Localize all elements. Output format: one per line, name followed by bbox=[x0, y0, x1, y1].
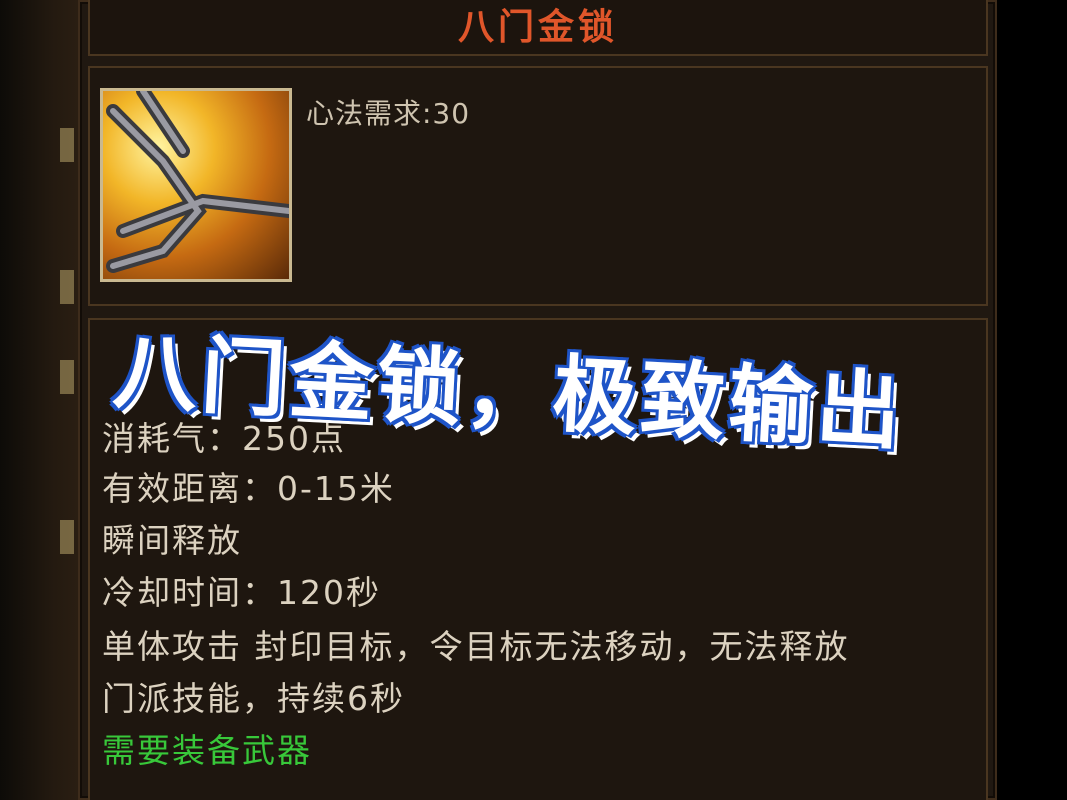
edge-decoration bbox=[60, 360, 74, 394]
cooldown-line: 冷却时间：120秒 bbox=[102, 573, 381, 612]
equip-requirement-line: 需要装备武器 bbox=[102, 731, 312, 770]
skill-requirement: 心法需求:30 bbox=[306, 97, 471, 130]
cast-time-line: 瞬间释放 bbox=[102, 521, 242, 560]
skill-title: 八门金锁 bbox=[457, 7, 618, 48]
edge-decoration bbox=[60, 270, 74, 304]
effect-line: 单体攻击 封印目标，令目标无法移动，无法释放 bbox=[102, 627, 850, 666]
edge-decoration bbox=[60, 128, 74, 162]
golden-chain-lock-icon bbox=[100, 88, 292, 282]
edge-decoration bbox=[60, 520, 74, 554]
right-dark-edge bbox=[997, 0, 1067, 800]
effect-line-continued: 门派技能，持续6秒 bbox=[102, 679, 405, 718]
left-game-edge bbox=[0, 0, 78, 800]
tooltip-title-bar: 八门金锁 bbox=[88, 0, 988, 56]
